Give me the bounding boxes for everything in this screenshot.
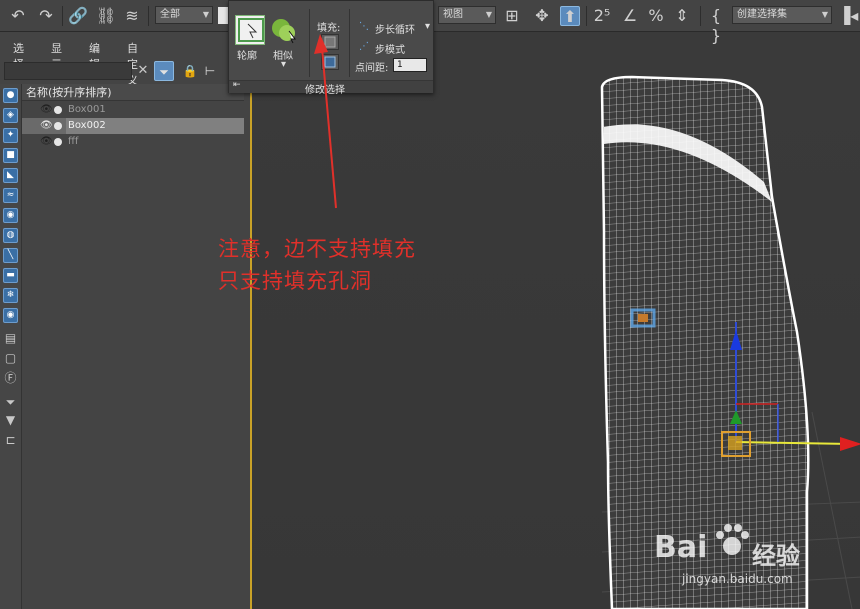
chevron-down-icon: ▼ [821, 10, 828, 19]
toolbar-divider [700, 6, 701, 26]
object-name: Box001 [68, 104, 106, 115]
select-object-icon[interactable] [218, 7, 228, 24]
toolbar-divider [62, 6, 63, 26]
lock-icon[interactable]: 🔒 [180, 61, 200, 81]
redo-icon[interactable]: ↷ [36, 6, 56, 26]
renderable-dot-icon[interactable] [54, 122, 62, 130]
point-spacing-spinner[interactable]: 1 [393, 58, 427, 72]
visibility-eye-icon[interactable]: 👁 [40, 134, 53, 150]
renderable-dot-icon[interactable] [54, 138, 62, 146]
tree-row[interactable]: 👁 fff [22, 134, 244, 150]
step-loop-dropdown-icon[interactable]: ▾ [425, 21, 430, 32]
renderable-dot-icon[interactable] [54, 106, 62, 114]
outline-button[interactable] [235, 15, 265, 45]
reference-coordinate-dropdown[interactable]: 视图 ▼ [438, 6, 496, 24]
undo-icon[interactable]: ↶ [8, 6, 28, 26]
edit-named-selection-icon[interactable]: { } [706, 6, 726, 45]
mirror-icon[interactable]: ▐◂ [838, 6, 858, 26]
display-helpers-icon[interactable]: ◣ [3, 168, 18, 183]
spinner-snap-icon[interactable]: ⇕ [672, 6, 692, 26]
object-name: fff [68, 136, 79, 147]
similar-icon [272, 19, 296, 44]
scene-explorer: 选择 显示 编辑 自定义 ✕ ⏷ 🔒 ⊢ ▾ ● ◈ ✦ ■ ◣ ≈ ◉ ◍ ╲… [0, 32, 250, 609]
toolbar-divider [586, 6, 587, 26]
display-groups-icon[interactable]: ◉ [3, 208, 18, 223]
similar-dropdown-icon[interactable]: ▾ [281, 59, 286, 70]
display-invert-icon[interactable]: Ⓕ [3, 372, 18, 387]
filter-funnel-icon[interactable]: ▼ [3, 414, 18, 429]
display-particles-icon[interactable]: ❄ [3, 288, 18, 303]
step-loop-icon: ⋱ [359, 21, 369, 32]
keyboard-shortcut-override-icon[interactable]: ⬆ [560, 6, 580, 26]
angle-snap-icon[interactable]: ∠ [620, 6, 640, 26]
display-frozen-icon[interactable]: ◉ [3, 308, 18, 323]
tree-row[interactable]: 👁 Box001 [22, 102, 244, 118]
display-cameras-icon[interactable]: ■ [3, 148, 18, 163]
step-loop-button[interactable]: 步长循环 [375, 21, 415, 36]
object-name: Box002 [68, 120, 106, 131]
pivot-center-icon[interactable]: ⊞ [502, 6, 522, 26]
display-geometry-icon[interactable]: ● [3, 88, 18, 103]
point-spacing-label: 点间距: [355, 63, 389, 74]
annotation-note-line-2: 只支持填充孔洞 [218, 269, 372, 293]
display-bones-icon[interactable]: ╲ [3, 248, 18, 263]
clear-search-icon[interactable]: ✕ [136, 62, 150, 80]
name-column-header[interactable]: 名称(按升序排序) [22, 84, 244, 101]
toolbar-divider [148, 6, 149, 26]
snap-toggle-icon[interactable]: 2⁵ [592, 6, 612, 26]
unlink-icon[interactable]: ⛓ [96, 6, 116, 26]
selection-filter-dropdown[interactable]: 全部 ▼ [155, 6, 213, 24]
percent-snap-icon[interactable]: % [646, 6, 666, 26]
display-containers-icon[interactable]: ▬ [3, 268, 18, 283]
bind-space-warp-icon[interactable]: ≋ [122, 6, 142, 26]
outline-label: 轮廓 [237, 51, 257, 62]
step-mode-icon: ⋰ [359, 41, 369, 52]
tree-row[interactable]: 👁 Box002 [22, 118, 244, 134]
display-shapes-icon[interactable]: ◈ [3, 108, 18, 123]
layer-icon[interactable]: ⊏ [3, 434, 18, 449]
chevron-down-icon: ▼ [202, 10, 209, 19]
visibility-eye-icon[interactable]: 👁 [40, 118, 53, 134]
find-input[interactable] [4, 62, 132, 80]
pin-icon[interactable]: ⇤ [233, 80, 241, 90]
display-spacewarps-icon[interactable]: ≈ [3, 188, 18, 203]
display-none-icon[interactable]: ▢ [3, 352, 18, 367]
step-mode-button[interactable]: 步模式 [375, 41, 405, 56]
filter-icon[interactable]: ⏷ [154, 61, 174, 81]
display-all-icon[interactable]: ▤ [3, 332, 18, 347]
link-icon[interactable]: 🔗 [68, 6, 88, 26]
display-xrefs-icon[interactable]: ◍ [3, 228, 18, 243]
annotation-arrow [314, 34, 337, 209]
named-selection-value: 创建选择集 [737, 9, 787, 20]
similar-button[interactable] [269, 15, 299, 45]
visibility-eye-icon[interactable]: 👁 [40, 102, 53, 118]
point-spacing-value: 1 [397, 60, 403, 70]
baidu-watermark-url: jingyan.baidu.com [682, 572, 793, 586]
hierarchy-icon[interactable]: ⊢ [200, 61, 220, 81]
baidu-watermark-logo: Bai [654, 530, 708, 565]
outline-icon [238, 18, 264, 42]
select-move-icon[interactable]: ✥ [532, 6, 552, 26]
max-app-window: ↶ ↷ 🔗 ⛓ ≋ 全部 ▼ 视图 ▼ ⊞ ✥ ⬆ 2⁵ ∠ % ⇕ { } 创… [0, 0, 860, 609]
name-column-label: 名称(按升序排序) [26, 86, 112, 99]
display-filter-strip: ● ◈ ✦ ■ ◣ ≈ ◉ ◍ ╲ ▬ ❄ ◉ ▤ ▢ Ⓕ ⏷ ▼ ⊏ [0, 84, 22, 609]
box002-wireframe[interactable] [592, 72, 822, 609]
chevron-down-icon: ▼ [485, 10, 492, 19]
annotation-note-line-1: 注意，边不支持填充 [218, 237, 416, 261]
reference-coordinate-value: 视图 [443, 9, 463, 20]
display-lights-icon[interactable]: ✦ [3, 128, 18, 143]
baidu-paw-icon [712, 520, 752, 560]
selection-filter-value: 全部 [160, 9, 180, 20]
baidu-watermark-jingyan: 经验 [752, 542, 800, 570]
filter-options-icon[interactable]: ⏷ [3, 396, 18, 411]
named-selection-dropdown[interactable]: 创建选择集 ▼ [732, 6, 832, 24]
